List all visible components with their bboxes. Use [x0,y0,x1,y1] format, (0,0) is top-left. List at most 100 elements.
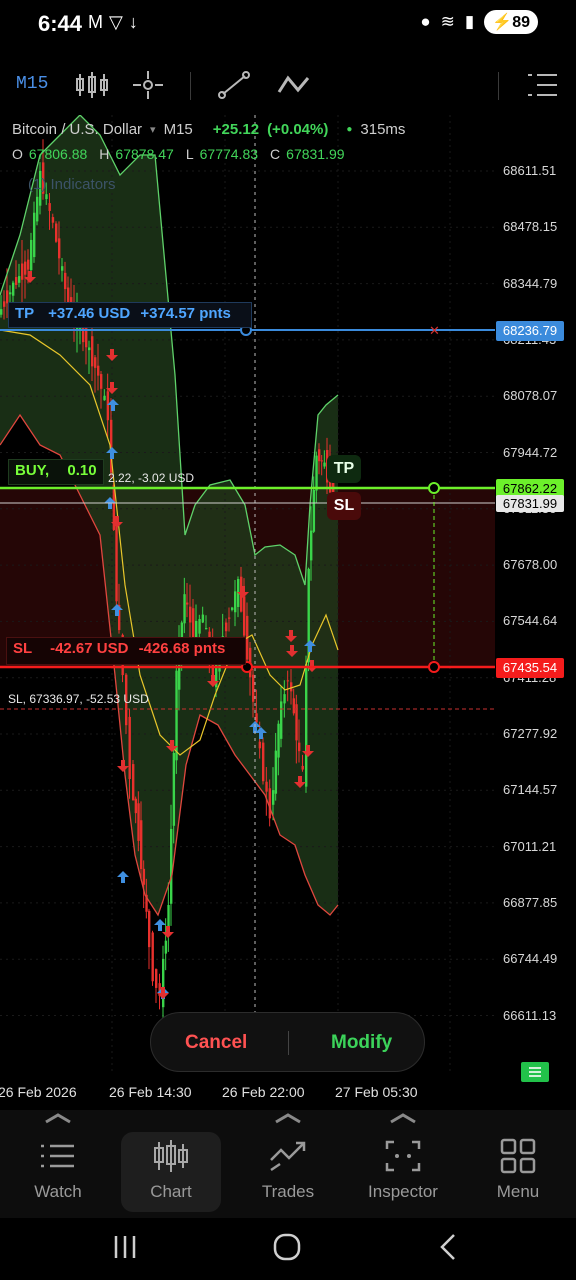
candle-body [201,614,205,623]
candle-body [283,694,286,704]
candle-body [277,723,280,758]
candle-body [183,594,186,624]
price-tick: 68078.07 [503,388,558,404]
action-divider [288,1031,289,1055]
chart-toolbar: M15 [0,60,576,110]
price-tick: 66877.85 [503,894,558,910]
indicator-icon[interactable] [276,70,312,100]
sl-badge[interactable]: SL [327,492,361,520]
candle-body [189,606,192,623]
tp-pnts: +374.57 pnts [140,305,231,322]
indicators-toggle[interactable]: (1) Indicators [28,176,116,193]
candle-body [100,374,103,389]
buy-order-label[interactable]: BUY, 0.10 [8,459,104,485]
timeframe-selector[interactable]: M15 [16,74,48,94]
candle-body [9,292,12,295]
candle-body [0,309,3,315]
high-label: H [99,146,110,162]
candle-body [262,742,265,782]
header-timeframe: M15 [163,121,193,138]
price-tick: 66611.13 [503,1007,557,1023]
price-axis[interactable]: 66611.13 66744.49 66877.85 67011.21 67144.57… [495,115,576,1072]
candle-body [228,617,231,619]
chevron-up-icon[interactable] [38,1110,78,1128]
candle-body [137,803,140,841]
nav-inspector[interactable]: Inspector [353,1132,453,1212]
vpn-icon: ▽ [109,12,129,32]
dropdown-icon: ▾ [150,124,156,136]
candle-body [186,602,189,605]
candle-body [272,790,275,805]
signal-icon: ▮ [464,12,475,31]
low-value: 67774.83 [199,146,259,162]
candle-body [97,365,100,376]
symbol-header[interactable]: Bitcoin / U.S. Dollar ▾ M15 +25.12 (+0.0… [12,121,405,138]
price-tick: 67678.00 [503,557,558,573]
candle-body [310,530,313,561]
object-list-icon[interactable] [525,70,561,100]
home-icon[interactable] [271,1231,303,1263]
crosshair-icon[interactable] [130,70,166,100]
download-icon: ↓ [128,12,144,32]
candle-body [55,223,58,242]
sl-price-tag: 67435.54 [496,658,564,678]
candle-body [301,765,304,770]
candle-body [48,203,51,211]
app-root: 6:44 M▽↓ ● ≋ ▮ ⚡89 M15 ✕ Bitcoin / U.S. … [0,0,576,1280]
sl-handle-right[interactable] [428,661,440,673]
tp-order-label[interactable]: TP +37.46 USD +374.57 pnts [8,302,252,328]
buy-pnl: 2.22, -3.02 USD [108,471,195,485]
battery-indicator: ⚡89 [484,10,538,34]
tp-badge[interactable]: TP [327,455,361,483]
nav-label: Chart [150,1182,192,1201]
recent-apps-icon[interactable] [110,1232,140,1262]
candle-body [318,449,321,462]
candle-body [170,828,173,904]
buy-volume: 0.10 [67,462,97,479]
nav-menu[interactable]: Menu [468,1132,568,1212]
candle-body [164,940,168,954]
candle-body [298,742,301,752]
old-sl-label: SL, 67336.97, -52.53 USD [8,692,149,706]
price-tick: 67277.92 [503,726,558,741]
time-tick: 26 Feb 22:00 [222,1084,305,1100]
chart-menu-icon[interactable] [521,1062,549,1082]
candle-body [312,489,316,532]
price-chart[interactable]: ✕ [0,115,495,1072]
candle-body [255,713,258,723]
buy-handle[interactable] [428,482,440,494]
close-value: 67831.99 [286,146,345,162]
tp-label: TP [15,305,34,322]
latency-dot-icon: ● [346,124,353,135]
chevron-up-icon[interactable] [383,1110,423,1128]
nav-trades[interactable]: Trades [238,1132,338,1212]
candle-body [3,301,6,307]
ohlc-row: O 67806.88 H 67878.47 L 67774.83 C 67831.99 [12,146,345,162]
price-tick: 67144.57 [503,782,558,798]
chart-type-icon[interactable] [74,70,110,100]
back-icon[interactable] [434,1232,464,1262]
candle-body [24,261,27,275]
candle-body [64,272,67,290]
candle-body [18,276,21,283]
chevron-up-icon[interactable] [268,1110,308,1128]
candle-body [280,701,283,739]
sl-order-label[interactable]: SL -42.67 USD -426.68 pnts [6,637,246,665]
candle-body [142,868,146,885]
candle-body [252,674,255,702]
trendline-icon[interactable] [216,70,252,100]
candle-body [268,788,272,819]
cancel-button[interactable]: Cancel [185,1032,247,1054]
wifi-icon: ≋ [440,12,455,31]
status-time: 6:44 [38,11,83,36]
candle-body [295,704,298,741]
modify-button[interactable]: Modify [331,1032,392,1054]
candle-body [274,750,278,794]
time-axis[interactable]: 26 Feb 2026 26 Feb 14:30 26 Feb 22:00 27… [0,1072,495,1110]
tp-close-icon[interactable]: ✕ [429,323,440,338]
candle-body [225,622,228,632]
candle-body [140,820,143,870]
nav-chart[interactable]: Chart [121,1132,221,1212]
bottom-navigation: Watch Chart Trades Inspector Menu [0,1110,576,1218]
nav-watch[interactable]: Watch [8,1132,108,1212]
